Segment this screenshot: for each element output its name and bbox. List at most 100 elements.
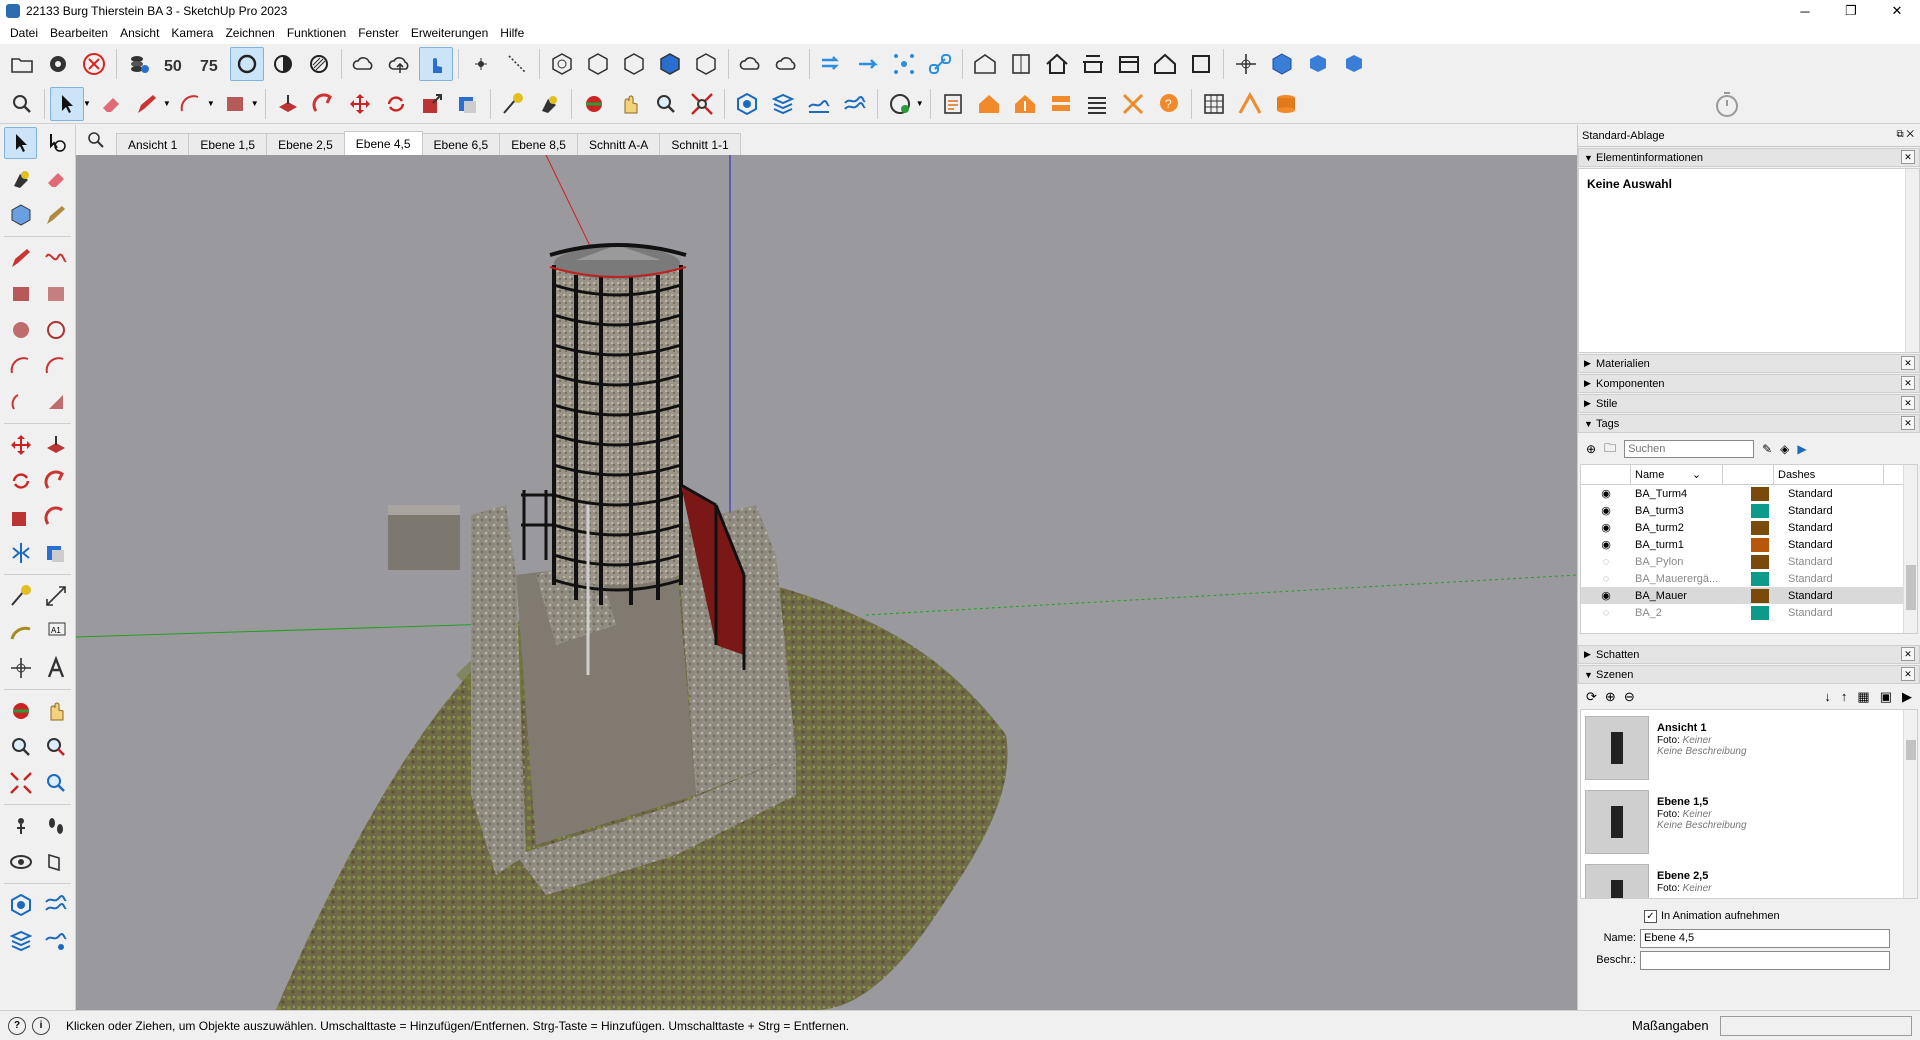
previous-view-icon[interactable] [39,767,72,799]
layers-stack-icon[interactable] [766,87,800,121]
rectangle-dropdown-icon[interactable]: ▼ [251,99,259,108]
sandbox-icon[interactable] [802,87,836,121]
minimize-button[interactable]: ─ [1782,0,1828,22]
outer-shell-icon[interactable] [39,537,72,569]
grid-icon[interactable] [1197,87,1231,121]
tab-ebene-1-5[interactable]: Ebene 1,5 [188,133,268,155]
eye-icon[interactable]: ◉ [1581,521,1631,534]
tab-schnitt-1-1[interactable]: Schnitt 1-1 [659,133,741,155]
section-plane-tool-icon[interactable] [39,846,72,878]
rotate-tool-icon[interactable] [4,465,37,497]
dashes-column-header[interactable]: Dashes [1774,465,1884,484]
arrows-in-icon[interactable] [815,47,849,81]
hex-icon[interactable] [581,47,615,81]
panel-close-icon[interactable]: ✕ [1901,647,1915,661]
list-icon[interactable] [1080,87,1114,121]
tag-dashes[interactable]: Standard [1788,488,1888,500]
menu-funktionen[interactable]: Funktionen [281,26,352,40]
orbit-tool-icon[interactable] [39,127,72,159]
sandbox2-icon[interactable] [838,87,872,121]
menu-fenster[interactable]: Fenster [352,26,405,40]
freehand-icon[interactable] [39,242,72,274]
pencil-dropdown-icon[interactable]: ▼ [163,99,171,108]
tag-row[interactable]: ◉ BA_Turm4 Standard [1581,485,1917,502]
tag-row[interactable]: ◌ BA_Mauerergä... Standard [1581,570,1917,587]
tools-icon[interactable] [1116,87,1150,121]
zoom-extents-icon[interactable] [5,87,39,121]
line-tool-icon[interactable] [4,242,37,274]
panel-components-header[interactable]: ▶ Komponenten ✕ [1578,374,1920,393]
scenes-scrollbar[interactable] [1903,710,1917,898]
panel-close-icon[interactable]: ✕ [1901,356,1915,370]
sandbox-smoove-icon[interactable] [39,925,72,957]
tag-color-swatch[interactable] [1751,486,1769,501]
tag-color-swatch[interactable] [1751,537,1769,552]
geo-icon[interactable] [883,87,917,121]
move-scene-up-icon[interactable]: ↑ [1841,689,1848,705]
scene-details-icon[interactable]: ▶ [1902,689,1912,705]
tag-row[interactable]: ◌ BA_2 Standard [1581,604,1917,621]
cloud-sync-icon[interactable] [734,47,768,81]
tag-dashes[interactable]: Standard [1788,539,1888,551]
3d-text-icon[interactable] [39,652,72,684]
eye-icon[interactable]: ◉ [1581,538,1631,551]
stopwatch-icon[interactable] [1707,86,1747,122]
panel-close-icon[interactable]: ✕ [1901,416,1915,430]
paint-bucket-icon[interactable] [4,163,37,195]
pushpull-icon[interactable] [271,87,305,121]
checklist-icon[interactable] [936,87,970,121]
orbit-icon[interactable] [577,87,611,121]
book-icon[interactable] [1004,47,1038,81]
close-circle-icon[interactable] [77,47,111,81]
panel-scenes-header[interactable]: ▼ Szenen ✕ [1578,665,1920,684]
remove-scene-icon[interactable]: ⊖ [1624,689,1635,705]
settings-gear-icon[interactable] [41,47,75,81]
warehouse-icon[interactable] [968,47,1002,81]
tab-schnitt-a-a[interactable]: Schnitt A-A [576,133,661,155]
tag-dashes[interactable]: Standard [1788,607,1888,619]
roof-icon[interactable] [1233,87,1267,121]
paint-icon[interactable] [532,87,566,121]
scene-name-input[interactable] [1640,928,1890,948]
rotated-rect-icon[interactable] [39,278,72,310]
text-tool-icon[interactable]: A1 [39,616,72,648]
search-icon[interactable] [76,125,116,155]
followme-icon[interactable] [307,87,341,121]
circle-tool-icon[interactable] [4,314,37,346]
house-icon[interactable] [1040,47,1074,81]
tag-dashes[interactable]: Standard [1788,590,1888,602]
cube-blue-icon[interactable] [1265,47,1299,81]
dimension-icon[interactable] [39,580,72,612]
menu-zeichnen[interactable]: Zeichnen [219,26,280,40]
hex-cloud-icon[interactable] [617,47,651,81]
cloud-upload-icon[interactable] [383,47,417,81]
eye-icon[interactable]: ◉ [1581,504,1631,517]
tag-pencil-icon[interactable] [39,199,72,231]
hex-arrow-icon[interactable] [689,47,723,81]
geo-location-icon[interactable]: ? [8,1016,26,1035]
orbit-view-icon[interactable] [4,695,37,727]
tab-ansicht-1[interactable]: Ansicht 1 [116,133,190,155]
panel-close-icon[interactable]: ✕ [1901,150,1915,164]
view-options-icon[interactable]: ▦ [1857,689,1869,705]
house-arrow-icon[interactable] [1008,87,1042,121]
panel-elementinfo-header[interactable]: ▼ Elementinformationen ✕ [1578,148,1920,167]
tag-dashes[interactable]: Standard [1788,505,1888,517]
tag-pencil-tool-icon[interactable]: ✎ [1762,442,1772,456]
geo-dropdown-icon[interactable]: ▼ [916,99,924,108]
tag-details-icon[interactable]: ▶ [1797,442,1806,456]
open-icon[interactable] [5,47,39,81]
half-circle-icon[interactable] [266,47,300,81]
tag-color-swatch[interactable] [1751,571,1769,586]
move-icon[interactable] [343,87,377,121]
two-point-arc-icon[interactable] [39,350,72,382]
house-parts-icon[interactable] [1076,47,1110,81]
circle-icon[interactable] [230,47,264,81]
tape-icon[interactable] [496,87,530,121]
info-icon[interactable]: i [32,1016,50,1035]
panel-tags-header[interactable]: ▼ Tags ✕ [1578,414,1920,433]
walk-icon[interactable] [39,810,72,842]
house-down-icon[interactable] [1044,87,1078,121]
component-icon[interactable] [4,199,37,231]
zoom-window-view-icon[interactable] [39,731,72,763]
